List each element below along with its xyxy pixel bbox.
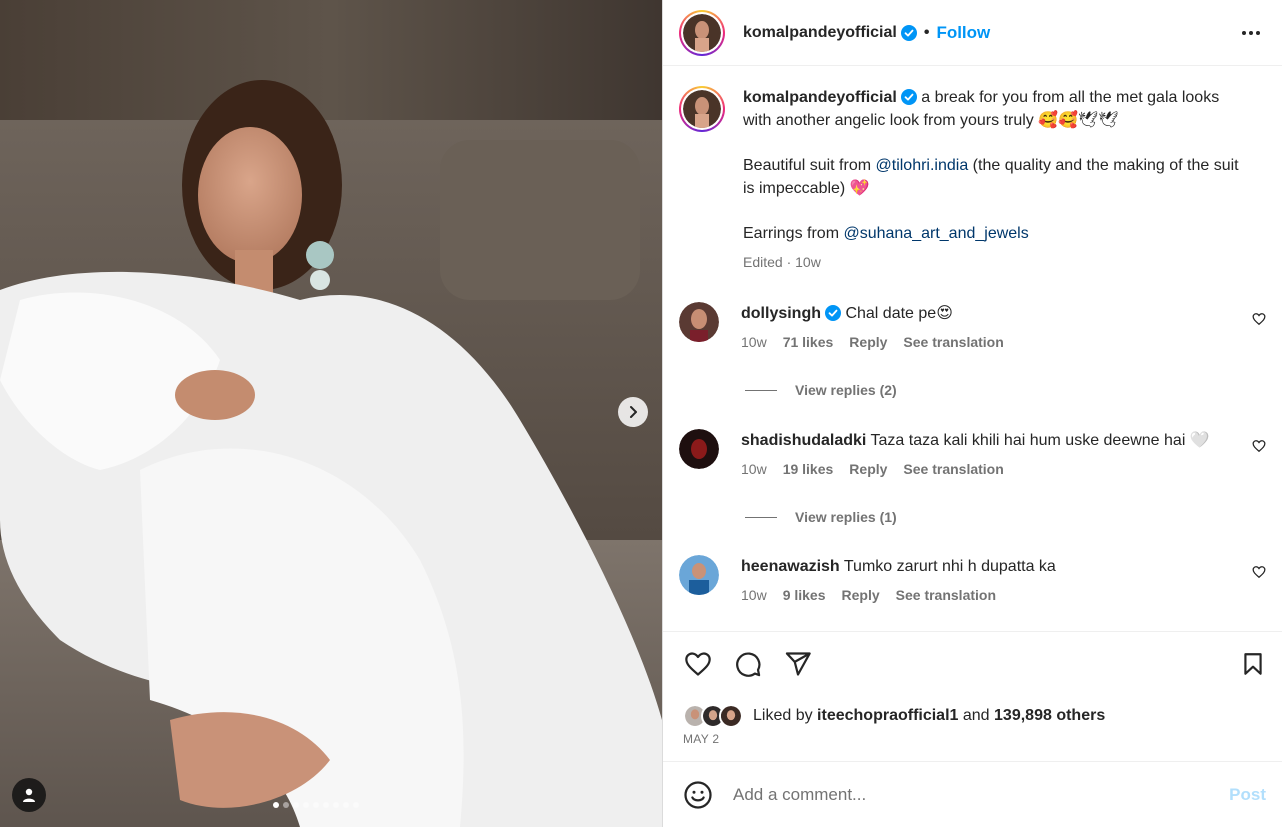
post-photo[interactable] xyxy=(0,0,662,827)
ellipsis-icon[interactable] xyxy=(1240,22,1262,44)
carousel-dot xyxy=(323,802,329,808)
view-replies-label: View replies (2) xyxy=(795,382,897,398)
carousel-dot xyxy=(343,802,349,808)
view-replies-button[interactable]: View replies (2) xyxy=(745,382,1266,398)
commenter-avatar[interactable] xyxy=(679,302,719,342)
author-avatar[interactable] xyxy=(679,9,725,56)
liked-by-and: and xyxy=(962,707,990,724)
comment-item: shadishudaladki Taza taza kali khili hai… xyxy=(679,429,1266,481)
comment-likes[interactable]: 71 likes xyxy=(783,331,834,354)
comment-input[interactable]: Add a comment... xyxy=(733,785,1229,805)
paper-plane-icon[interactable] xyxy=(783,650,813,678)
caption-meta: Edited · 10w xyxy=(743,254,821,270)
comment-time[interactable]: 10w xyxy=(741,584,767,607)
liked-by-user[interactable]: iteechopraofficial1 xyxy=(817,707,958,725)
liker-avatar xyxy=(719,704,743,728)
post-comment-button[interactable]: Post xyxy=(1229,785,1266,805)
post-actions-section: Liked by iteechopraofficial1 and 139,898… xyxy=(663,631,1282,761)
reply-button[interactable]: Reply xyxy=(842,584,880,607)
comment-icon[interactable] xyxy=(733,650,763,678)
carousel-dot xyxy=(333,802,339,808)
user-tag-icon xyxy=(23,788,35,802)
next-image-button[interactable] xyxy=(618,397,648,427)
caption-username[interactable]: komalpandeyofficial xyxy=(743,89,897,106)
heart-icon[interactable] xyxy=(683,650,713,678)
liked-by-prefix: Liked by xyxy=(753,707,813,724)
liked-by-count[interactable]: 139,898 others xyxy=(994,707,1105,725)
verified-badge-icon xyxy=(900,89,917,105)
comment-heart-icon[interactable] xyxy=(1252,439,1266,453)
reply-button[interactable]: Reply xyxy=(849,458,887,481)
comment-likes[interactable]: 19 likes xyxy=(783,458,834,481)
mention-tilohri[interactable]: @tilohri.india xyxy=(876,157,969,174)
user-tags-button[interactable] xyxy=(12,778,46,812)
likes-summary[interactable]: Liked by iteechopraofficial1 and 139,898… xyxy=(683,704,1105,728)
carousel-dot xyxy=(293,802,299,808)
comments-list[interactable]: komalpandeyofficial a break for you from… xyxy=(663,66,1282,631)
commenter-avatar[interactable] xyxy=(679,429,719,469)
photo-image xyxy=(0,0,662,827)
comment-item: dollysingh Chal date pe😍 10w 71 likes Re… xyxy=(679,302,1266,354)
replies-divider xyxy=(745,516,777,518)
action-bar xyxy=(683,650,1266,680)
mention-suhana[interactable]: @suhana_art_and_jewels xyxy=(843,225,1028,242)
emoji-icon[interactable] xyxy=(683,780,713,810)
comment-heart-icon[interactable] xyxy=(1252,565,1266,579)
carousel-indicator xyxy=(273,802,359,808)
commenter-username[interactable]: heenawazish xyxy=(741,558,840,575)
commenter-username[interactable]: shadishudaladki xyxy=(741,432,866,449)
caption-paragraph-earrings: Earrings from @suhana_art_and_jewels xyxy=(743,222,1243,245)
replies-divider xyxy=(745,389,777,391)
caption: komalpandeyofficial a break for you from… xyxy=(679,86,1266,274)
post-details-panel: komalpandeyofficial • Follow komalpandey… xyxy=(662,0,1282,827)
author-avatar-image xyxy=(683,13,721,52)
commenter-avatar[interactable] xyxy=(679,555,719,595)
comment-item: heenawazish Tumko zarurt nhi h dupatta k… xyxy=(679,555,1266,607)
liker-avatars xyxy=(683,704,743,728)
view-replies-button[interactable]: View replies (1) xyxy=(745,509,1266,525)
post-dialog: komalpandeyofficial • Follow komalpandey… xyxy=(0,0,1282,827)
commenter-username[interactable]: dollysingh xyxy=(741,305,821,322)
comment-likes[interactable]: 9 likes xyxy=(783,584,826,607)
caption-earrings-text: Earrings from xyxy=(743,225,844,242)
see-translation-button[interactable]: See translation xyxy=(903,331,1003,354)
carousel-dot xyxy=(283,802,289,808)
view-replies-label: View replies (1) xyxy=(795,509,897,525)
caption-author-avatar-image xyxy=(683,90,721,128)
comment-text: Chal date pe😍 xyxy=(845,305,953,322)
see-translation-button[interactable]: See translation xyxy=(896,584,996,607)
carousel-dot xyxy=(313,802,319,808)
reply-button[interactable]: Reply xyxy=(849,331,887,354)
chevron-right-icon xyxy=(630,406,637,418)
verified-badge-icon xyxy=(900,24,917,41)
header-separator: • xyxy=(923,23,930,41)
bookmark-icon[interactable] xyxy=(1240,650,1266,678)
carousel-dot xyxy=(303,802,309,808)
verified-badge-icon xyxy=(825,305,841,321)
author-username[interactable]: komalpandeyofficial xyxy=(743,24,897,42)
carousel-dot xyxy=(273,802,279,808)
caption-paragraph-suit: Beautiful suit from @tilohri.india (the … xyxy=(743,154,1243,200)
comment-time[interactable]: 10w xyxy=(741,331,767,354)
caption-author-avatar[interactable] xyxy=(679,86,725,132)
carousel-dot xyxy=(353,802,359,808)
follow-button[interactable]: Follow xyxy=(936,23,990,43)
comment-heart-icon[interactable] xyxy=(1252,312,1266,326)
comment-text: Taza taza kali khili hai hum uske deewne… xyxy=(870,432,1210,449)
post-header: komalpandeyofficial • Follow xyxy=(663,0,1282,66)
caption-suit-text: Beautiful suit from xyxy=(743,157,876,174)
comment-text: Tumko zarurt nhi h dupatta ka xyxy=(843,558,1056,575)
see-translation-button[interactable]: See translation xyxy=(903,458,1003,481)
add-comment-bar: Add a comment... Post xyxy=(663,761,1282,827)
post-date[interactable]: MAY 2 xyxy=(683,732,719,746)
comment-time[interactable]: 10w xyxy=(741,458,767,481)
